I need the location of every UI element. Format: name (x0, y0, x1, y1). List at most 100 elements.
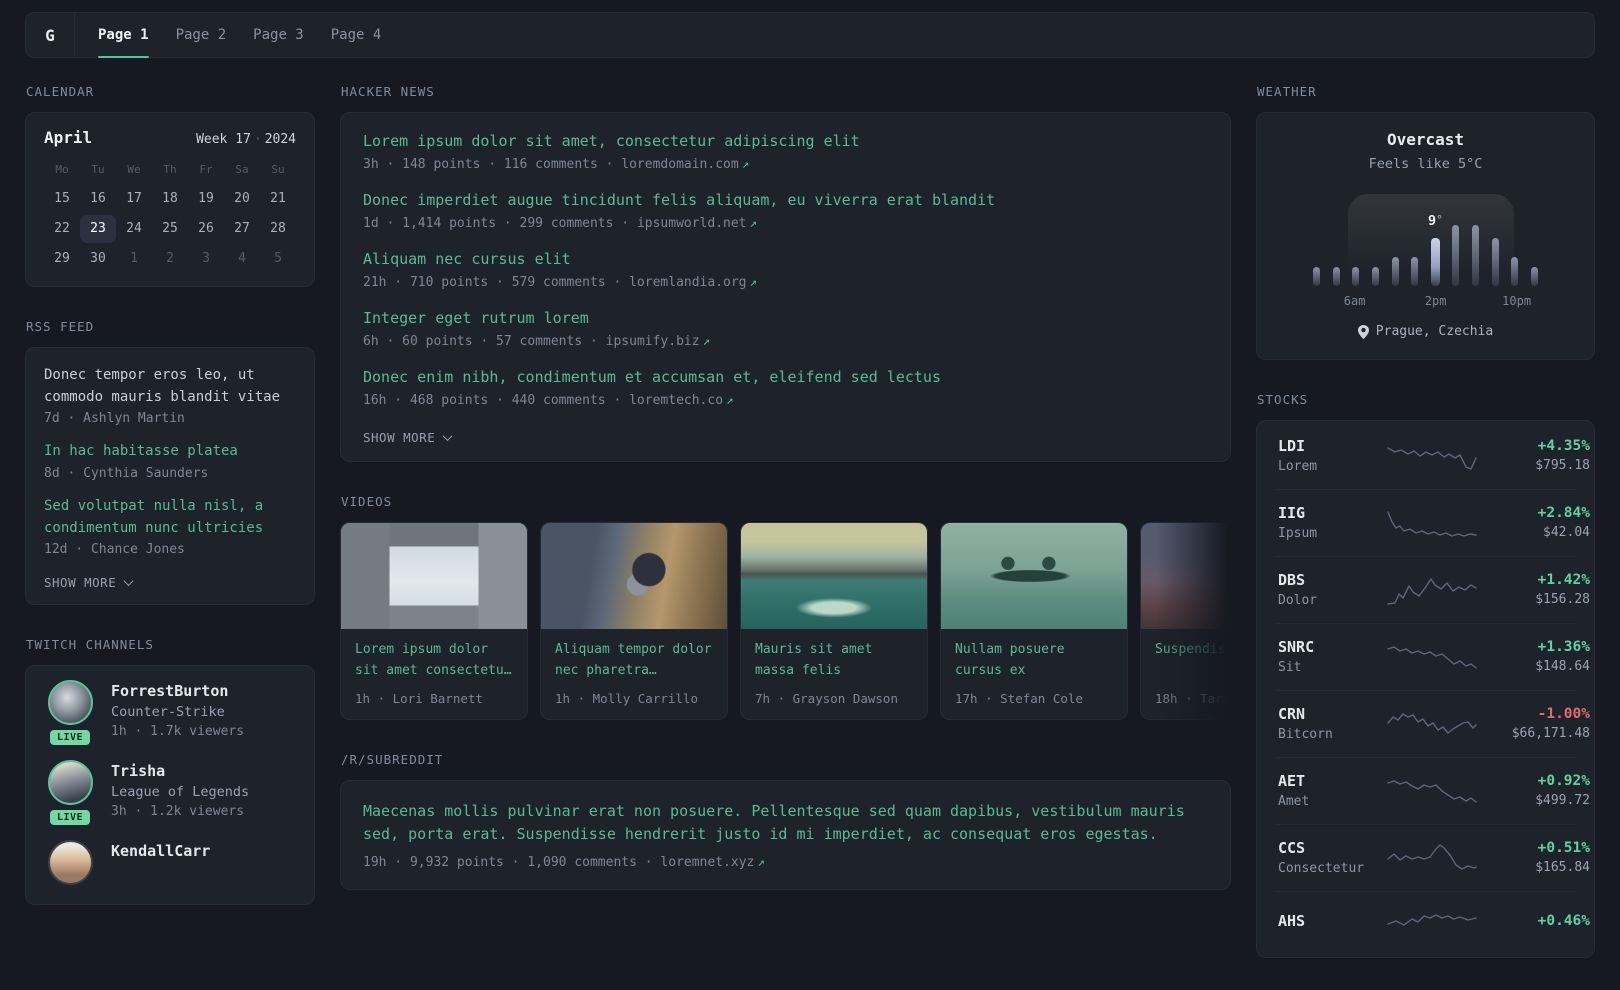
calendar-section-title: CALENDAR (26, 84, 95, 99)
calendar-weekday-row: Mo Tu We Th Fr Sa Su (44, 158, 296, 185)
stock-row[interactable]: IIG Ipsum +2.84% $42.04 (1275, 489, 1590, 556)
calendar-day: 16 (90, 191, 106, 206)
post-domain-link[interactable]: loremnet.xyz (660, 855, 754, 870)
stocks-widget: STOCKS LDI Lorem +4.35% $795.18 IIG Ipsu… (1256, 392, 1595, 958)
calendar-day-next-month: 4 (238, 251, 246, 266)
weekday-label: We (127, 163, 141, 176)
tab-page-3[interactable]: Page 3 (253, 13, 304, 57)
news-item-domain-link[interactable]: loremdomain.com (621, 157, 738, 172)
channel-viewers: 3h · 1.2k viewers (111, 804, 245, 820)
news-item-domain-link[interactable]: ipsumify.biz (606, 334, 700, 349)
stock-name: Ipsum (1278, 526, 1318, 541)
video-meta: 1h · Molly Carrillo (555, 691, 698, 706)
calendar-day-next-month: 3 (202, 251, 210, 266)
rss-item: Donec tempor eros leo, ut commodo mauris… (44, 365, 296, 426)
channel-avatar (47, 840, 93, 886)
news-item-domain-link[interactable]: loremlandia.org (629, 275, 746, 290)
stock-sparkline (1386, 707, 1478, 741)
rss-widget: RSS FEED Donec tempor eros leo, ut commo… (25, 319, 315, 606)
video-title-link[interactable]: Aliquam tempor dolor nec pharetra… (555, 640, 713, 682)
tab-page-1[interactable]: Page 1 (98, 13, 149, 58)
video-card[interactable]: Nullam posuere cursus ex 17h · Stefan Co… (940, 522, 1128, 720)
video-card[interactable]: Suspendisse diam 18h · Tara (1140, 522, 1231, 720)
twitch-channel[interactable]: LIVE Trisha League of Legends 3h · 1.2k … (44, 760, 296, 828)
calendar-day: 27 (234, 221, 250, 236)
news-item-link[interactable]: Lorem ipsum dolor sit amet, consectetur … (363, 132, 1208, 150)
stock-sparkline (1386, 774, 1478, 808)
channel-name[interactable]: Trisha (111, 760, 249, 780)
channel-avatar (47, 680, 93, 726)
rss-show-more-button[interactable]: SHOW MORE (44, 572, 296, 592)
calendar-day-next-month: 1 (130, 251, 138, 266)
stock-name: Consectetur (1278, 861, 1365, 876)
video-title-link[interactable]: Mauris sit amet massa felis (755, 640, 913, 682)
weather-bar (1352, 266, 1360, 286)
twitch-card: LIVE ForrestBurton Counter-Strike 1h · 1… (25, 665, 315, 906)
news-item-link[interactable]: Aliquam nec cursus elit (363, 250, 1208, 268)
weekday-label: Fr (199, 163, 213, 176)
news-item-link[interactable]: Integer eget rutrum lorem (363, 309, 1208, 327)
news-item-link[interactable]: Donec imperdiet augue tincidunt felis al… (363, 191, 1208, 209)
stock-ticker: AET (1278, 772, 1306, 790)
tab-page-2[interactable]: Page 2 (176, 13, 227, 57)
stock-sparkline (1386, 906, 1478, 940)
video-title-link[interactable]: Nullam posuere cursus ex (955, 640, 1113, 682)
calendar-day: 26 (198, 221, 214, 236)
weekday-label: Sa (235, 163, 249, 176)
calendar-day: 28 (270, 221, 286, 236)
twitch-avatar-wrap (44, 840, 96, 886)
tab-page-4[interactable]: Page 4 (331, 13, 382, 57)
calendar-header: April Week 17 · 2024 (44, 128, 296, 147)
news-item-meta: 21h · 710 points · 579 comments · loreml… (363, 274, 1208, 290)
stock-change: +0.46% (1537, 913, 1590, 929)
show-more-label: SHOW MORE (44, 575, 117, 591)
rss-item-link[interactable]: Donec tempor eros leo, ut commodo mauris… (44, 365, 296, 408)
video-card[interactable]: Aliquam tempor dolor nec pharetra… 1h · … (540, 522, 728, 720)
hacker-news-card: Lorem ipsum dolor sit amet, consectetur … (340, 112, 1231, 462)
stock-row[interactable]: AHS +0.46% (1275, 891, 1590, 955)
stock-price: $795.18 (1535, 458, 1590, 473)
app-logo[interactable]: G (26, 13, 75, 57)
stock-price: $42.04 (1543, 525, 1590, 540)
news-item: Aliquam nec cursus elit 21h · 710 points… (363, 250, 1208, 290)
video-card[interactable]: Mauris sit amet massa felis 7h · Grayson… (740, 522, 928, 720)
current-temp-label: 9° (1428, 213, 1443, 229)
channel-name[interactable]: ForrestBurton (111, 680, 244, 700)
hacker-news-show-more-button[interactable]: SHOW MORE (363, 427, 1208, 447)
video-card[interactable]: Lorem ipsum dolor sit amet consectetu… 1… (340, 522, 528, 720)
stock-row[interactable]: DBS Dolor +1.42% $156.28 (1275, 556, 1590, 623)
time-label: 10pm (1502, 294, 1532, 308)
rss-item-link[interactable]: Sed volutpat nulla nisl, a condimentum n… (44, 496, 296, 539)
stock-price: $66,171.48 (1511, 726, 1590, 741)
stock-row[interactable]: SNRC Sit +1.36% $148.64 (1275, 623, 1590, 690)
video-title-link[interactable]: Lorem ipsum dolor sit amet consectetu… (355, 640, 513, 682)
page-tabs: Page 1 Page 2 Page 3 Page 4 (75, 13, 382, 58)
news-item-domain-link[interactable]: loremtech.co (629, 393, 723, 408)
twitch-channel[interactable]: LIVE ForrestBurton Counter-Strike 1h · 1… (44, 680, 296, 748)
news-item-link[interactable]: Donec enim nibh, condimentum et accumsan… (363, 368, 1208, 386)
channel-name[interactable]: KendallCarr (111, 840, 210, 860)
twitch-avatar-wrap: LIVE (44, 680, 96, 748)
stock-row[interactable]: LDI Lorem +4.35% $795.18 (1275, 423, 1590, 489)
stock-row[interactable]: AET Amet +0.92% $499.72 (1275, 757, 1590, 824)
weather-bar (1452, 225, 1460, 286)
post-title-link[interactable]: Maecenas mollis pulvinar erat non posuer… (363, 800, 1208, 847)
calendar-month: April (44, 128, 93, 147)
temp-value: 9 (1428, 213, 1437, 229)
rss-item-link[interactable]: In hac habitasse platea (44, 441, 296, 463)
stock-row[interactable]: CCS Consectetur +0.51% $165.84 (1275, 824, 1590, 891)
stock-sparkline (1386, 640, 1478, 674)
twitch-channel[interactable]: KendallCarr (44, 840, 296, 886)
stock-row[interactable]: CRN Bitcorn -1.00% $66,171.48 (1275, 690, 1590, 757)
news-item-domain-link[interactable]: ipsumworld.net (637, 216, 747, 231)
video-meta: 7h · Grayson Dawson (755, 691, 898, 706)
external-link-icon: ↗ (741, 156, 750, 171)
video-title-link[interactable]: Suspendisse diam (1155, 640, 1231, 682)
hacker-news-widget: HACKER NEWS Lorem ipsum dolor sit amet, … (340, 84, 1231, 462)
calendar-day-grid: 15 16 17 18 19 20 21 22 23 24 25 26 27 2… (44, 185, 296, 273)
stock-change: +2.84% (1537, 505, 1590, 521)
calendar-day: 25 (162, 221, 178, 236)
news-item: Integer eget rutrum lorem 6h · 60 points… (363, 309, 1208, 349)
weather-location: Prague, Czechia (1277, 324, 1574, 339)
video-thumbnail (941, 523, 1127, 629)
